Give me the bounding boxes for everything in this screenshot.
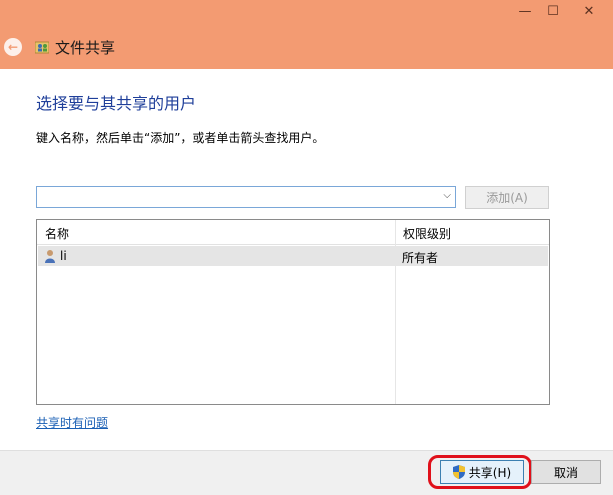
user-icon: [45, 250, 55, 263]
user-name-combobox[interactable]: ⌵: [36, 186, 456, 208]
column-header-permission[interactable]: 权限级别: [403, 225, 451, 242]
window-title: 文件共享: [55, 39, 116, 57]
share-button-highlight: [428, 455, 532, 489]
add-button[interactable]: 添加(A): [465, 186, 549, 209]
cancel-button[interactable]: 取消: [531, 460, 601, 484]
sharing-help-link[interactable]: 共享时有问题: [36, 414, 108, 431]
maximize-button[interactable]: ☐: [538, 0, 568, 22]
close-button[interactable]: ✕: [565, 0, 613, 22]
list-header: 名称 权限级别: [37, 220, 549, 245]
row-user-name: li: [60, 249, 67, 263]
back-button[interactable]: ←: [4, 38, 22, 56]
chevron-down-icon[interactable]: ⌵: [443, 190, 451, 201]
row-permission[interactable]: 所有者: [402, 249, 438, 266]
back-arrow-icon: ←: [7, 40, 19, 54]
column-header-name[interactable]: 名称: [45, 225, 69, 242]
table-row[interactable]: li 所有者: [38, 246, 548, 266]
user-list[interactable]: 名称 权限级别 li 所有者: [36, 219, 550, 405]
page-heading: 选择要与其共享的用户: [36, 94, 197, 113]
title-bar: — ☐ ✕ ← 文件共享: [0, 0, 613, 69]
file-share-icon: [35, 41, 49, 54]
instruction-text: 键入名称，然后单击“添加”，或者单击箭头查找用户。: [36, 131, 325, 145]
minimize-button[interactable]: —: [510, 0, 540, 22]
